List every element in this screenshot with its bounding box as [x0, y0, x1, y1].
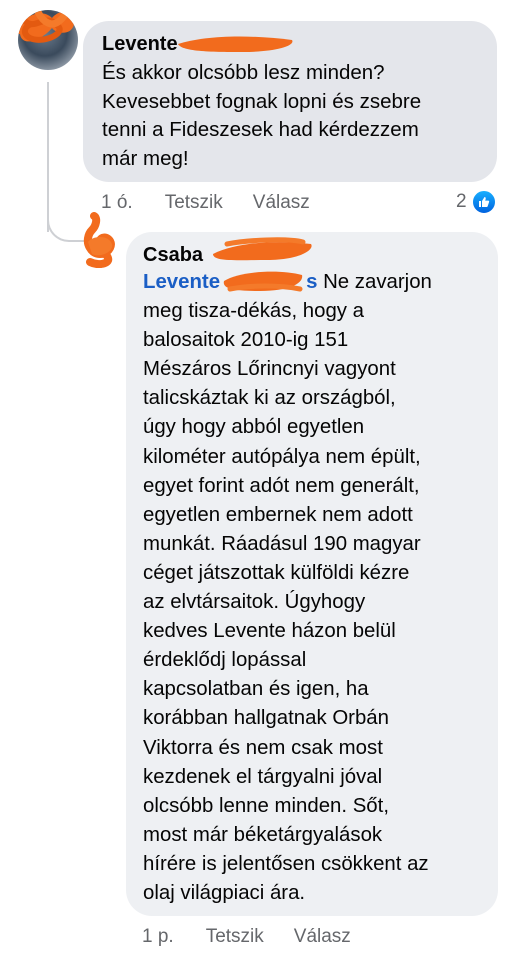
like-button[interactable]: Tetszik [165, 192, 223, 214]
reply-bubble: Csaba Levente s Ne zavarjon meg tisza-dék… [126, 232, 498, 916]
comment-time[interactable]: 1 p. [142, 926, 174, 948]
reply-button[interactable]: Válasz [294, 926, 351, 948]
like-icon [470, 189, 497, 215]
redaction-scribble-icon [83, 212, 115, 269]
mention-link[interactable]: Levente s [143, 271, 317, 293]
redaction-scribble-icon [213, 237, 312, 261]
comment-author[interactable]: Csaba [143, 237, 312, 268]
reply-text: Levente s Ne zavarjon meg tisza-dékás, ho… [143, 271, 432, 904]
reply-actions: 1 p. Tetszik Válasz [142, 924, 381, 950]
redaction-scribble-icon [18, 10, 75, 43]
comment-bubble: Levente És akkor olcsóbb lesz minden? Ke… [83, 21, 497, 182]
reply-button[interactable]: Válasz [253, 192, 310, 214]
comment-time[interactable]: 1 ó. [101, 192, 133, 214]
author-name[interactable]: Levente [102, 33, 178, 55]
redaction-scribble-icon [178, 36, 293, 52]
reaction-summary[interactable]: 2 [456, 189, 497, 215]
reaction-count: 2 [456, 191, 467, 212]
redaction-scribble-icon [220, 271, 306, 293]
like-button[interactable]: Tetszik [206, 926, 264, 948]
avatar[interactable] [18, 10, 78, 70]
author-name[interactable]: Csaba [143, 244, 203, 266]
comment-text: És akkor olcsóbb lesz minden? Kevesebbet… [102, 61, 422, 170]
comment-author[interactable]: Levente [102, 31, 293, 57]
comment-actions: 1 ó. Tetszik Válasz [101, 190, 340, 216]
avatar[interactable] [80, 212, 120, 269]
